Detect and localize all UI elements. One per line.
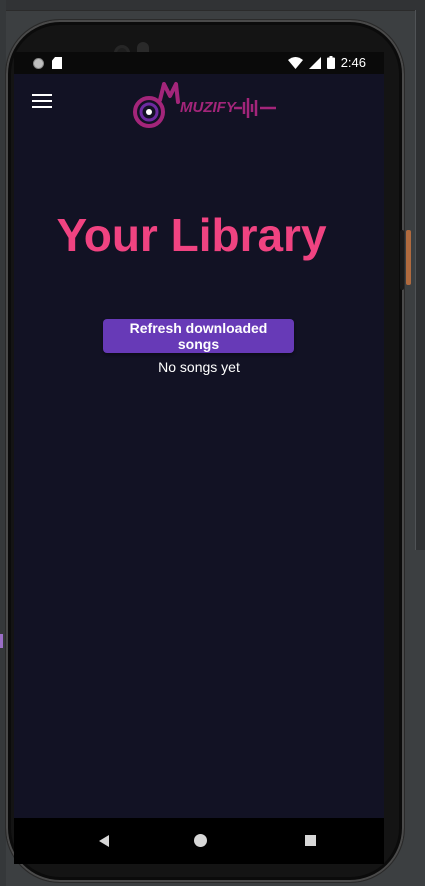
- ide-gutter-marker: [0, 634, 3, 648]
- status-bar: 2:46: [14, 52, 384, 74]
- muzify-logo: MUZIFY: [133, 82, 276, 128]
- cell-signal-icon: [308, 56, 321, 69]
- page-title: Your Library: [56, 209, 327, 261]
- recents-square-icon[interactable]: [305, 835, 316, 846]
- hamburger-menu-icon[interactable]: [32, 94, 52, 110]
- back-triangle-icon[interactable]: [99, 835, 109, 847]
- system-nav-bar: [14, 818, 384, 864]
- logo-wordmark: MUZIFY: [180, 99, 238, 116]
- sd-card-icon: [52, 57, 62, 69]
- battery-icon: [326, 56, 335, 69]
- status-left-icons: [33, 57, 62, 69]
- status-right-icons: 2:46: [287, 55, 366, 70]
- ide-right-panel: [415, 10, 425, 550]
- empty-state-text: No songs yet: [158, 359, 240, 375]
- status-time: 2:46: [340, 55, 366, 70]
- home-circle-icon[interactable]: [194, 834, 207, 847]
- app-screen: 2:46 MUZIFY Your Library Refresh downloa…: [14, 52, 384, 818]
- volume-button[interactable]: [400, 230, 404, 290]
- ide-toolbar: [0, 0, 425, 11]
- ide-scrollbar-thumb[interactable]: [406, 230, 411, 285]
- notification-dot-icon: [33, 57, 44, 69]
- wifi-icon: [287, 56, 303, 69]
- app-bar: MUZIFY: [14, 74, 384, 134]
- refresh-downloaded-songs-button[interactable]: Refresh downloaded songs: [103, 319, 294, 353]
